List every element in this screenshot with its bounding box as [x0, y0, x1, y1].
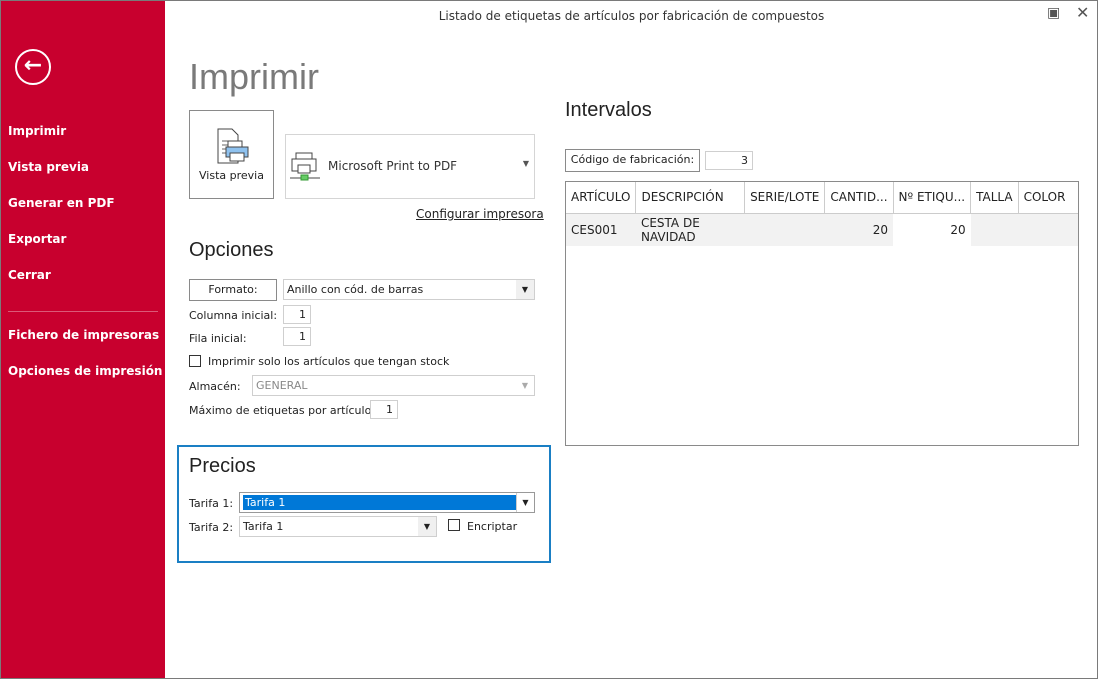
cell-color	[1018, 213, 1078, 246]
col-cantidad[interactable]: CANTID...	[824, 182, 894, 214]
printer-select[interactable]: Microsoft Print to PDF ▼	[285, 134, 535, 199]
format-button[interactable]: Formato:	[189, 279, 277, 301]
table-row[interactable]: CES001 CESTA DE NAVIDAD 20 20	[566, 213, 1078, 246]
sidebar-item-generar-pdf[interactable]: Generar en PDF	[8, 196, 115, 210]
encrypt-checkbox[interactable]	[448, 519, 460, 531]
sidebar-item-opciones-impresion[interactable]: Opciones de impresión	[8, 364, 162, 378]
tarifa2-select[interactable]: Tarifa 1 ▼	[239, 516, 437, 537]
sidebar-item-exportar[interactable]: Exportar	[8, 232, 66, 246]
warehouse-select: GENERAL ▼	[252, 375, 535, 396]
window-title: Listado de etiquetas de artículos por fa…	[438, 9, 825, 23]
sidebar-divider	[8, 311, 158, 312]
row-input[interactable]: 1	[283, 327, 311, 346]
cell-cantidad: 20	[824, 213, 894, 246]
cell-descripcion: CESTA DE NAVIDAD	[635, 213, 745, 246]
cell-articulo: CES001	[566, 213, 636, 246]
col-talla[interactable]: TALLA	[970, 182, 1019, 214]
page-title: Imprimir	[189, 56, 319, 97]
col-serie-lote[interactable]: SERIE/LOTE	[744, 182, 826, 214]
tarifa1-value: Tarifa 1	[243, 495, 516, 510]
format-select[interactable]: Anillo con cód. de barras ▼	[283, 279, 535, 300]
chevron-down-icon: ▼	[418, 517, 436, 536]
stock-only-checkbox[interactable]	[189, 355, 201, 367]
printer-name: Microsoft Print to PDF	[328, 159, 458, 173]
max-labels-label: Máximo de etiquetas por artículo:	[189, 404, 376, 417]
chevron-down-icon: ▼	[516, 493, 534, 512]
manufacturing-code-input[interactable]: 3	[705, 151, 753, 170]
col-articulo[interactable]: ARTÍCULO	[566, 182, 637, 214]
column-input[interactable]: 1	[283, 305, 311, 324]
intervals-heading: Intervalos	[565, 99, 652, 121]
tarifa1-label: Tarifa 1:	[189, 497, 234, 510]
table-header: ARTÍCULO DESCRIPCIÓN SERIE/LOTE CANTID..…	[566, 182, 1078, 214]
options-heading: Opciones	[189, 239, 274, 261]
print-preview-icon	[217, 128, 249, 164]
sidebar-item-cerrar[interactable]: Cerrar	[8, 268, 51, 282]
cell-num-etiquetas[interactable]: 20	[893, 213, 971, 246]
row-label: Fila inicial:	[189, 332, 247, 345]
arrow-left-icon: ←	[23, 53, 43, 78]
sidebar-item-vista-previa[interactable]: Vista previa	[8, 160, 89, 174]
tarifa2-value: Tarifa 1	[243, 520, 284, 533]
tarifa1-select[interactable]: Tarifa 1 ▼	[239, 492, 535, 513]
tarifa2-label: Tarifa 2:	[189, 521, 234, 534]
col-color[interactable]: COLOR	[1018, 182, 1078, 214]
chevron-down-icon: ▼	[522, 159, 529, 168]
encrypt-label: Encriptar	[467, 520, 518, 533]
column-label: Columna inicial:	[189, 309, 278, 322]
cell-serie-lote	[744, 213, 825, 246]
preview-button[interactable]: Vista previa	[189, 110, 274, 199]
sidebar-item-fichero-impresoras[interactable]: Fichero de impresoras	[8, 328, 159, 342]
col-descripcion[interactable]: DESCRIPCIÓN	[635, 182, 746, 214]
col-num-etiquetas[interactable]: Nº ETIQU...	[893, 182, 972, 214]
close-icon[interactable]: ✕	[1076, 3, 1089, 22]
printer-icon	[290, 152, 320, 181]
cell-talla	[970, 213, 1019, 246]
max-labels-input[interactable]: 1	[370, 400, 398, 419]
warehouse-value: GENERAL	[256, 379, 308, 392]
format-value: Anillo con cód. de barras	[287, 283, 424, 296]
warehouse-label: Almacén:	[189, 380, 241, 393]
maximize-icon[interactable]: ▣	[1047, 5, 1060, 21]
back-button[interactable]: ←	[15, 49, 51, 85]
sidebar-item-imprimir[interactable]: Imprimir	[8, 124, 66, 138]
chevron-down-icon: ▼	[516, 376, 534, 395]
prices-heading: Precios	[189, 455, 256, 477]
stock-only-label: Imprimir solo los artículos que tengan s…	[208, 355, 450, 368]
configure-printer-link[interactable]: Configurar impresora	[416, 207, 544, 221]
intervals-table: ARTÍCULO DESCRIPCIÓN SERIE/LOTE CANTID..…	[565, 181, 1079, 446]
preview-label: Vista previa	[199, 169, 264, 182]
manufacturing-code-button[interactable]: Código de fabricación:	[565, 149, 700, 172]
chevron-down-icon: ▼	[516, 280, 534, 299]
sidebar: ← Imprimir Vista previa Generar en PDF E…	[1, 1, 165, 678]
